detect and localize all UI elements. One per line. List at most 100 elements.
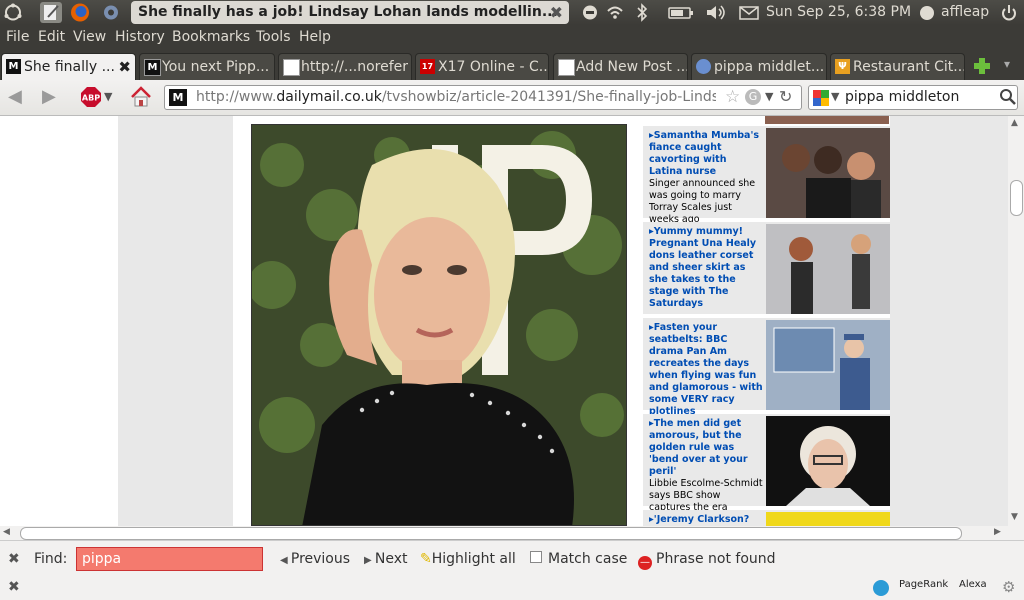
tab[interactable]: pippa middlet...: [691, 53, 827, 80]
match-case-label: Match case: [548, 551, 628, 567]
url-bar[interactable]: M http://www.dailymail.co.uk/tvshowbiz/a…: [164, 85, 802, 110]
find-previous-button[interactable]: ◀ Previous: [280, 551, 350, 567]
settings-icon[interactable]: [100, 2, 122, 23]
page-icon: [283, 59, 300, 76]
left-gutter: [0, 116, 118, 526]
scroll-left-icon[interactable]: ◀: [3, 527, 10, 537]
adblock-dropdown-icon[interactable]: ▼: [104, 86, 112, 108]
close-tab-icon[interactable]: ✖: [118, 54, 131, 80]
scroll-right-icon[interactable]: ▶: [994, 527, 1001, 537]
wifi-icon[interactable]: [606, 3, 624, 22]
story-headline[interactable]: ▸Fasten your seatbelts: BBC drama Pan Am…: [649, 322, 763, 418]
clock[interactable]: Sun Sep 25, 6:38 PM: [766, 3, 911, 22]
url-path: /tvshowbiz/article-2041391/She-finally-j…: [381, 89, 716, 105]
gear-icon[interactable]: ⚙: [1002, 578, 1015, 596]
tab[interactable]: 17 X17 Online - C...: [415, 53, 549, 80]
list-item[interactable]: ▸Fasten your seatbelts: BBC drama Pan Am…: [643, 318, 890, 417]
search-bar[interactable]: ▼ pippa middleton: [808, 85, 1018, 110]
page-icon: [558, 59, 575, 76]
battery-icon[interactable]: [668, 3, 694, 22]
g-icon[interactable]: G: [745, 89, 761, 105]
close-addon-bar-icon[interactable]: ✖: [8, 579, 20, 595]
find-bar: ✖ Find: pippa ◀ Previous ▶ Next ✎Highlig…: [0, 540, 1024, 577]
vertical-scrollbar[interactable]: ▲ ▼: [1008, 116, 1024, 526]
user-icon[interactable]: [918, 3, 936, 22]
menu-file[interactable]: File: [6, 29, 29, 45]
story-headline[interactable]: ▸Samantha Mumba's fiance caught cavortin…: [649, 130, 763, 226]
list-item[interactable]: ▸'Jeremy Clarkson?: [643, 510, 890, 526]
forward-arrow-icon[interactable]: ▶: [42, 86, 56, 108]
find-next-button[interactable]: ▶ Next: [364, 551, 408, 567]
list-item[interactable]: ▸Yummy mummy! Pregnant Una Healy dons le…: [643, 222, 890, 314]
pagerank-label[interactable]: PageRank: [899, 579, 948, 590]
alexa-label[interactable]: Alexa: [959, 579, 987, 590]
mail-icon[interactable]: [739, 3, 759, 22]
story-headline-text: The men did get amorous, but the golden …: [649, 418, 748, 477]
home-icon[interactable]: [129, 85, 153, 109]
stop-icon[interactable]: [582, 3, 598, 22]
close-find-bar-icon[interactable]: ✖: [8, 551, 20, 567]
new-tab-icon[interactable]: [971, 55, 993, 77]
story-thumbnail[interactable]: [766, 320, 890, 410]
navigation-bar: ◀ ▶ ABP ▼ M http://www.dailymail.co.uk/t…: [0, 80, 1024, 116]
bookmark-star-icon[interactable]: ☆: [725, 87, 740, 107]
text-editor-icon[interactable]: [40, 2, 62, 23]
list-item[interactable]: ▸Samantha Mumba's fiance caught cavortin…: [643, 126, 890, 225]
tab-list-icon[interactable]: ▾: [1004, 57, 1010, 71]
story-headline-text: 'Jeremy Clarkson?: [653, 514, 750, 525]
top-panel: She finally has a job! Lindsay Lohan lan…: [0, 0, 1024, 25]
menu-tools[interactable]: Tools: [256, 29, 291, 45]
search-icon[interactable]: [999, 87, 1017, 107]
bluetooth-icon[interactable]: [636, 3, 648, 22]
power-icon[interactable]: [1000, 3, 1018, 22]
volume-icon[interactable]: [705, 3, 727, 22]
url-text[interactable]: http://www.dailymail.co.uk/tvshowbiz/art…: [196, 89, 716, 105]
dailymail-favicon-icon: M: [144, 59, 161, 76]
find-status: — Phrase not found: [638, 551, 776, 570]
story-thumbnail[interactable]: [766, 512, 890, 526]
tab[interactable]: M You next Pipp...: [139, 53, 275, 80]
ubuntu-logo-icon[interactable]: [2, 2, 24, 23]
menu-bookmarks[interactable]: Bookmarks: [172, 29, 250, 45]
story-thumbnail[interactable]: [766, 224, 890, 314]
menu-help[interactable]: Help: [299, 29, 331, 45]
pagerank-icon[interactable]: [873, 580, 889, 596]
close-icon[interactable]: ✖: [550, 1, 563, 24]
tab[interactable]: http://...norefer: [278, 53, 412, 80]
horizontal-scrollbar[interactable]: ◀ ▶: [0, 526, 1008, 540]
article-photo[interactable]: [251, 124, 627, 526]
menu-edit[interactable]: Edit: [38, 29, 65, 45]
story-thumbnail[interactable]: [766, 128, 890, 218]
back-arrow-icon[interactable]: ◀: [8, 86, 22, 108]
list-item[interactable]: ▸The men did get amorous, but the golden…: [643, 414, 890, 525]
adblock-icon[interactable]: ABP: [80, 86, 102, 108]
user-name[interactable]: affleap: [941, 3, 989, 22]
firefox-icon[interactable]: [69, 2, 91, 23]
tab-label: pippa middlet...: [714, 59, 825, 75]
url-dropdown-icon[interactable]: ▼: [765, 90, 773, 103]
reload-icon[interactable]: ↻: [779, 87, 792, 106]
page-content[interactable]: ▸Samantha Mumba's fiance caught cavortin…: [0, 116, 1008, 526]
story-headline[interactable]: ▸Yummy mummy! Pregnant Una Healy dons le…: [649, 226, 763, 310]
story-thumbnail-partial: [765, 116, 889, 124]
search-engine-dropdown-icon[interactable]: ▼: [831, 90, 839, 103]
tab-active[interactable]: M She finally ... ✖: [1, 53, 136, 80]
vertical-scroll-thumb[interactable]: [1010, 180, 1023, 216]
tab[interactable]: Add New Post ...: [553, 53, 688, 80]
checkbox-icon[interactable]: [530, 551, 542, 563]
tab-label: You next Pipp...: [162, 59, 270, 75]
menu-history[interactable]: History: [115, 29, 165, 45]
search-input[interactable]: pippa middleton: [845, 89, 959, 105]
find-input[interactable]: pippa: [76, 547, 263, 571]
site-identity-icon[interactable]: M: [169, 89, 187, 106]
match-case-checkbox[interactable]: Match case: [530, 551, 627, 567]
scroll-up-icon[interactable]: ▲: [1011, 118, 1018, 128]
highlight-all-button[interactable]: ✎Highlight all: [420, 551, 516, 567]
google-icon[interactable]: [813, 90, 829, 106]
scroll-down-icon[interactable]: ▼: [1011, 512, 1018, 522]
story-thumbnail[interactable]: [766, 416, 890, 506]
horizontal-scroll-thumb[interactable]: [20, 527, 962, 540]
menu-view[interactable]: View: [73, 29, 106, 45]
story-headline[interactable]: ▸'Jeremy Clarkson?: [649, 514, 763, 526]
tab[interactable]: Ψ Restaurant Cit...: [830, 53, 965, 80]
